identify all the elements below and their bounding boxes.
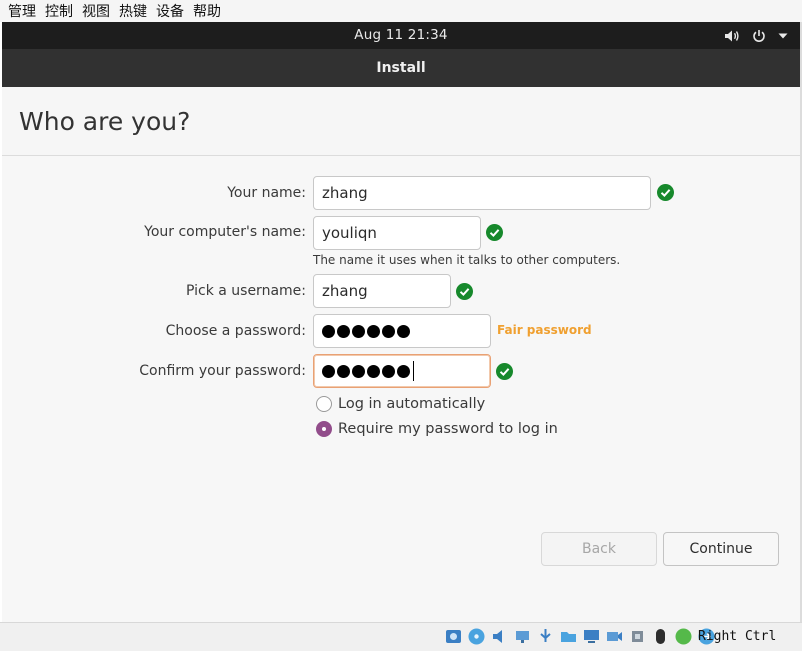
username-valid-check-icon (456, 283, 473, 300)
login-automatically-radio[interactable] (316, 396, 332, 412)
guest-additions-icon[interactable] (674, 627, 693, 646)
mouse-integration-icon[interactable] (651, 627, 670, 646)
your-name-input[interactable]: zhang (313, 176, 651, 210)
confirm-password-mask (322, 355, 414, 387)
host-key-indicator: Right Ctrl (698, 629, 777, 644)
usb-icon[interactable] (536, 627, 555, 646)
confirm-password-input[interactable] (313, 354, 491, 388)
audio-icon[interactable] (490, 627, 509, 646)
computer-valid-check-icon (486, 224, 503, 241)
password-dot (367, 364, 380, 378)
page-title: Who are you? (19, 107, 191, 136)
hard-disk-icon[interactable] (444, 627, 463, 646)
username-input[interactable]: zhang (313, 274, 451, 308)
recording-icon[interactable] (605, 627, 624, 646)
gnome-topbar: Aug 11 21:34 (2, 22, 800, 49)
password-mask (322, 315, 410, 347)
optical-drive-icon[interactable] (467, 627, 486, 646)
screen: 管理 控制 视图 热键 设备 帮助 Aug 11 21:34 Install W… (0, 0, 802, 651)
password-dot (352, 364, 365, 378)
password-dot (382, 324, 395, 338)
confirm-valid-check-icon (496, 363, 513, 380)
password-input[interactable] (313, 314, 491, 348)
require-password-label: Require my password to log in (338, 421, 558, 437)
chevron-down-icon (778, 32, 788, 40)
computer-name-input[interactable]: youliqn (313, 216, 481, 250)
password-label: Choose a password: (165, 323, 306, 339)
password-dot (352, 324, 365, 338)
vbox-statusbar: Right Ctrl (0, 622, 802, 651)
power-icon (752, 29, 766, 43)
clock[interactable]: Aug 11 21:34 (2, 22, 800, 49)
vbox-menu-hotkey[interactable]: 热键 (117, 1, 154, 21)
continue-button[interactable]: Continue (663, 532, 779, 566)
password-dot (397, 324, 410, 338)
text-caret (413, 361, 414, 381)
volume-icon (724, 29, 740, 43)
network-icon[interactable] (513, 627, 532, 646)
password-dot (322, 364, 335, 378)
display-icon[interactable] (582, 627, 601, 646)
vbox-menubar: 管理 控制 视图 热键 设备 帮助 (0, 0, 802, 22)
vbox-device-icons (444, 627, 716, 646)
confirm-password-label: Confirm your password: (139, 363, 306, 379)
vbox-menu-manage[interactable]: 管理 (6, 1, 43, 21)
require-password-radio[interactable] (316, 421, 332, 437)
require-password-option[interactable]: Require my password to log in (316, 421, 558, 437)
password-dot (337, 324, 350, 338)
password-dot (382, 364, 395, 378)
computer-name-label: Your computer's name: (144, 224, 306, 240)
cpu-icon[interactable] (628, 627, 647, 646)
heading-area: Who are you? (2, 87, 800, 156)
password-strength-label: Fair password (497, 323, 592, 337)
shared-folders-icon[interactable] (559, 627, 578, 646)
name-valid-check-icon (657, 184, 674, 201)
vbox-menu-devices[interactable]: 设备 (154, 1, 191, 21)
your-name-label: Your name: (227, 185, 306, 201)
password-dot (337, 364, 350, 378)
password-dot (322, 324, 335, 338)
login-automatically-option[interactable]: Log in automatically (316, 396, 485, 412)
login-automatically-label: Log in automatically (338, 396, 486, 412)
vbox-menu-control[interactable]: 控制 (43, 1, 80, 21)
window-titlebar: Install (2, 49, 800, 87)
password-dot (397, 364, 410, 378)
username-label: Pick a username: (185, 283, 306, 299)
vbox-menu-help[interactable]: 帮助 (191, 1, 228, 21)
vbox-menu-view[interactable]: 视图 (80, 1, 117, 21)
back-button[interactable]: Back (541, 532, 657, 566)
system-menu[interactable] (724, 22, 788, 49)
password-dot (367, 324, 380, 338)
computer-name-hint: The name it uses when it talks to other … (313, 253, 621, 267)
